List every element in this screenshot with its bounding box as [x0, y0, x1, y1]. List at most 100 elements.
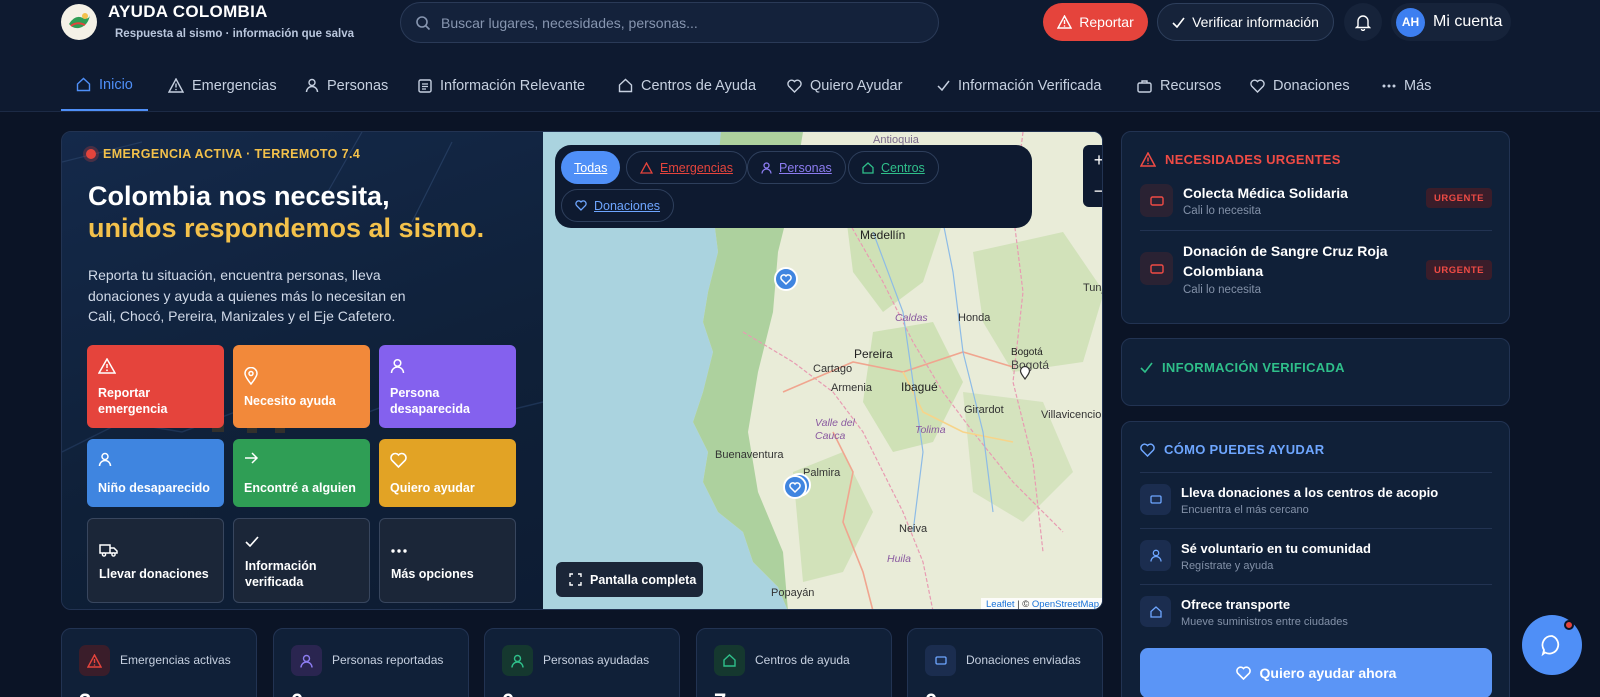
box-icon — [925, 645, 956, 676]
map-label: Bogotá — [1011, 347, 1043, 358]
action-label: Información verificada — [245, 559, 317, 589]
stat-value: 0 — [291, 689, 303, 697]
map-marker-donation[interactable] — [773, 266, 799, 292]
verify-info-button[interactable]: Verificar información — [1157, 3, 1334, 41]
nav-item-quiero-ayudar[interactable]: Quiero Ayudar — [787, 60, 902, 111]
map-label: Girardot — [964, 404, 1004, 416]
check-icon — [245, 536, 259, 547]
heart-icon — [1140, 442, 1155, 457]
chip-label: Centros — [881, 160, 925, 175]
more-options-button[interactable]: Más opciones — [379, 518, 516, 603]
map-label: Neiva — [899, 523, 928, 535]
map-label: Tolima — [915, 424, 946, 436]
report-button[interactable]: Reportar — [1043, 3, 1148, 41]
stat-card-emergencies[interactable]: Emergencias activas 3 — [61, 628, 257, 697]
check-icon — [1140, 362, 1153, 373]
action-label: Persona desaparecida — [390, 386, 470, 416]
map-label: Medellín — [860, 228, 906, 242]
missing-child-button[interactable]: Niño desaparecido — [87, 439, 224, 507]
filter-chip-centros[interactable]: Centros — [848, 151, 939, 184]
live-indicator-icon — [86, 149, 96, 159]
map-label: Cartago — [813, 363, 853, 375]
location-pin-icon — [244, 367, 258, 385]
panel-title-label: INFORMACIÓN VERIFICADA — [1162, 360, 1345, 375]
nav-item-label: Más — [1404, 77, 1432, 94]
verified-info-title: INFORMACIÓN VERIFICADA — [1140, 360, 1345, 375]
truck-icon — [99, 543, 118, 557]
notifications-button[interactable] — [1344, 3, 1382, 41]
map-marker-location[interactable] — [1019, 366, 1031, 380]
bring-donations-button[interactable]: Llevar donaciones — [87, 518, 224, 603]
help-option-item[interactable]: Ofrece transporte Mueve suministros entr… — [1140, 596, 1492, 630]
logo[interactable] — [61, 4, 97, 40]
account-menu[interactable]: AH Mi cuenta — [1391, 3, 1511, 41]
nav-item-recursos[interactable]: Recursos — [1137, 60, 1221, 111]
map-marker-cluster[interactable] — [783, 472, 813, 502]
nav-item-label: Emergencias — [192, 77, 277, 94]
need-help-button[interactable]: Necesito ayuda — [233, 345, 370, 428]
nav-item-donaciones[interactable]: Donaciones — [1250, 60, 1350, 111]
stat-card-people-reported[interactable]: Personas reportadas 0 — [273, 628, 469, 697]
attribution-separator: | © — [1014, 599, 1032, 610]
arrow-right-icon — [244, 452, 259, 464]
box-icon — [1140, 484, 1171, 515]
nav-item-inicio[interactable]: Inicio — [61, 60, 148, 111]
nav-item-personas[interactable]: Personas — [305, 60, 388, 111]
hero-headline: Colombia nos necesita, — [88, 181, 390, 211]
filter-chip-donaciones[interactable]: Donaciones — [561, 189, 675, 222]
filter-chip-todas[interactable]: Todas — [561, 151, 621, 184]
nav-item-mas[interactable]: Más — [1382, 60, 1431, 111]
divider — [1140, 230, 1492, 231]
osm-link[interactable]: OpenStreetMap — [1032, 599, 1099, 609]
divider — [1140, 472, 1492, 473]
stat-card-donations-sent[interactable]: Donaciones enviadas 0 — [907, 628, 1103, 697]
urgent-needs-title: NECESIDADES URGENTES — [1140, 152, 1341, 167]
person-icon — [390, 358, 405, 374]
stat-value: 7 — [714, 689, 726, 697]
nav-item-label: Inicio — [99, 76, 133, 93]
map-label: Villavicencio — [1041, 409, 1102, 421]
map-label: Popayán — [771, 587, 815, 599]
help-option-item[interactable]: Sé voluntario en tu comunidad Regístrate… — [1140, 540, 1492, 574]
emergency-status-tag: EMERGENCIA ACTIVA · TERREMOTO 7.4 — [86, 147, 360, 161]
how-to-help-panel: CÓMO PUEDES AYUDAR Lleva donaciones a lo… — [1121, 421, 1510, 697]
want-to-help-button[interactable]: Quiero ayudar — [379, 439, 516, 507]
found-someone-button[interactable]: Encontré a alguien — [233, 439, 370, 507]
urgent-need-item[interactable]: Donación de Sangre Cruz Roja Colombiana … — [1140, 242, 1492, 302]
nav-item-centros-de-ayuda[interactable]: Centros de Ayuda — [618, 60, 756, 111]
nav-item-informacion-verificada[interactable]: Información Verificada — [937, 60, 1101, 111]
urgent-need-item[interactable]: Colecta Médica Solidaria Cali lo necesit… — [1140, 184, 1492, 229]
document-icon — [418, 78, 432, 93]
help-now-button[interactable]: Quiero ayudar ahora — [1140, 648, 1492, 697]
missing-person-button[interactable]: Persona desaparecida — [379, 345, 516, 428]
verified-info-button[interactable]: Información verificada — [233, 518, 370, 603]
emergency-map[interactable]: Antioquia Medellín Honda Caldas Pereira … — [543, 132, 1102, 610]
heart-icon — [1250, 78, 1265, 93]
zoom-out-button[interactable]: − — [1083, 176, 1102, 207]
map-label: Caldas — [895, 312, 928, 324]
action-label: Más opciones — [391, 566, 474, 581]
help-option-item[interactable]: Lleva donaciones a los centros de acopio… — [1140, 484, 1492, 518]
nav-item-emergencias[interactable]: Emergencias — [168, 60, 277, 111]
check-icon — [1172, 17, 1185, 28]
stat-card-help-centers[interactable]: Centros de ayuda 7 — [696, 628, 892, 697]
map-label: Honda — [958, 312, 991, 324]
stat-card-people-helped[interactable]: Personas ayudadas 0 — [484, 628, 680, 697]
search-input[interactable] — [441, 3, 921, 42]
home-icon — [76, 77, 91, 92]
filter-chip-emergencias[interactable]: Emergencias — [626, 151, 747, 184]
zoom-in-button[interactable]: + — [1083, 145, 1102, 176]
fullscreen-icon — [569, 573, 582, 586]
chip-label: Personas — [779, 160, 832, 175]
leaflet-link[interactable]: Leaflet — [986, 599, 1015, 609]
verify-button-label: Verificar información — [1192, 14, 1319, 30]
filter-chip-personas[interactable]: Personas — [747, 151, 846, 184]
chip-label: Donaciones — [594, 198, 661, 213]
fullscreen-button[interactable]: Pantalla completa — [556, 562, 703, 597]
stat-label: Centros de ayuda — [755, 653, 850, 667]
report-emergency-button[interactable]: Reportar emergencia — [87, 345, 224, 428]
map-label: Tunja — [1083, 282, 1102, 294]
panel-title-label: NECESIDADES URGENTES — [1165, 152, 1341, 167]
chip-label: Emergencias — [660, 160, 733, 175]
nav-item-informacion-relevante[interactable]: Información Relevante — [418, 60, 585, 111]
